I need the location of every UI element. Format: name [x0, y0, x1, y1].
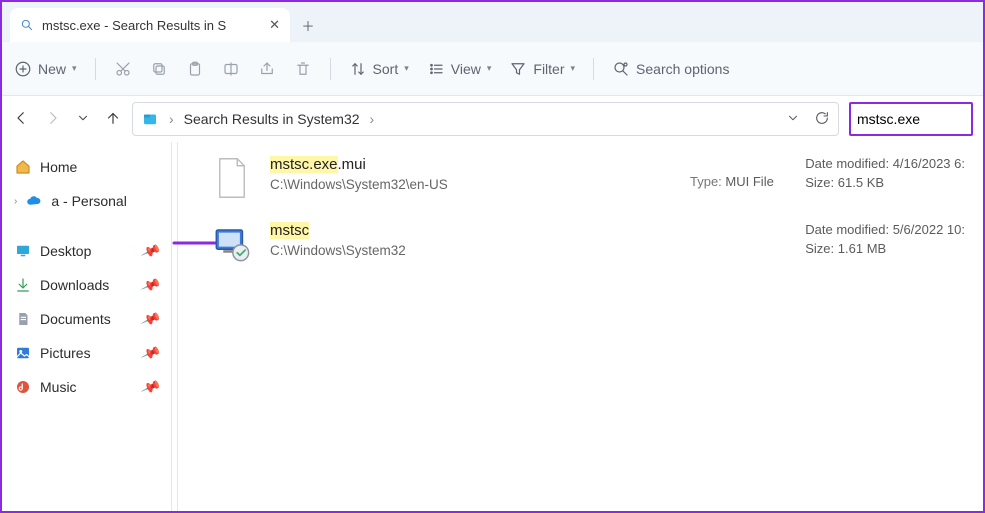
- search-result[interactable]: mstsc C:\Windows\System32 Date modified:…: [210, 222, 975, 266]
- result-meta: Date modified: 4/16/2023 6: Size: 61.5 K…: [805, 156, 965, 190]
- share-button[interactable]: [258, 60, 276, 78]
- new-tab-button[interactable]: ＋: [290, 8, 326, 42]
- toolbar: New ▾ Sort ▾ View ▾ Filter ▾ Search opti…: [2, 42, 983, 96]
- result-type: Type: MUI File: [690, 174, 774, 189]
- nav-row: › Search Results in System32 ›: [2, 96, 983, 142]
- share-icon: [258, 60, 276, 78]
- copy-icon: [150, 60, 168, 78]
- chevron-down-icon: ▾: [487, 63, 492, 74]
- main-area: Home › a - Personal Desktop 📌 Downloads …: [2, 142, 983, 511]
- rename-icon: [222, 60, 240, 78]
- copy-button[interactable]: [150, 60, 168, 78]
- back-button[interactable]: [12, 109, 30, 130]
- chevron-right-icon[interactable]: ›: [169, 111, 174, 127]
- paste-button[interactable]: [186, 60, 204, 78]
- pin-icon[interactable]: 📌: [139, 342, 161, 364]
- pin-icon[interactable]: 📌: [139, 274, 161, 296]
- tab-title: mstsc.exe - Search Results in S: [42, 18, 261, 33]
- chevron-down-icon: ▾: [571, 63, 576, 74]
- chevron-right-icon[interactable]: ›: [14, 196, 17, 207]
- history-chevron-icon[interactable]: [786, 111, 800, 128]
- view-button[interactable]: View ▾: [427, 60, 492, 78]
- folder-icon: [141, 110, 159, 128]
- pin-icon[interactable]: 📌: [139, 240, 161, 262]
- nav-music[interactable]: Music 📌: [8, 372, 165, 402]
- new-icon: [14, 60, 32, 78]
- sort-icon: [349, 60, 367, 78]
- nav-onedrive[interactable]: › a - Personal: [8, 186, 165, 216]
- refresh-button[interactable]: [814, 110, 830, 129]
- file-icon: [210, 156, 254, 200]
- forward-button[interactable]: [44, 109, 62, 130]
- result-path: C:\Windows\System32: [270, 243, 406, 258]
- result-path: C:\Windows\System32\en-US: [270, 177, 448, 192]
- home-icon: [14, 158, 32, 176]
- rename-button[interactable]: [222, 60, 240, 78]
- search-input[interactable]: [849, 102, 973, 136]
- nav-pictures[interactable]: Pictures 📌: [8, 338, 165, 368]
- result-name: mstsc.exe.mui: [270, 156, 448, 173]
- nav-downloads[interactable]: Downloads 📌: [8, 270, 165, 300]
- filter-icon: [509, 60, 527, 78]
- recent-button[interactable]: [76, 111, 90, 128]
- results-pane: mstsc.exe.mui C:\Windows\System32\en-US …: [178, 142, 983, 511]
- search-icon: [20, 18, 34, 32]
- nav-home[interactable]: Home: [8, 152, 165, 182]
- delete-button[interactable]: [294, 60, 312, 78]
- browser-tab[interactable]: mstsc.exe - Search Results in S ✕: [10, 8, 290, 42]
- cut-button[interactable]: [114, 60, 132, 78]
- new-button[interactable]: New ▾: [14, 60, 77, 78]
- pin-icon[interactable]: 📌: [139, 376, 161, 398]
- filter-button[interactable]: Filter ▾: [509, 60, 575, 78]
- address-bar[interactable]: › Search Results in System32 ›: [132, 102, 839, 136]
- search-field[interactable]: [857, 111, 965, 127]
- pictures-icon: [14, 344, 32, 362]
- separator: [593, 58, 594, 80]
- separator: [95, 58, 96, 80]
- nav-documents[interactable]: Documents 📌: [8, 304, 165, 334]
- chevron-right-icon[interactable]: ›: [370, 111, 375, 127]
- tab-bar: mstsc.exe - Search Results in S ✕ ＋: [2, 2, 983, 42]
- music-icon: [14, 378, 32, 396]
- pin-icon[interactable]: 📌: [139, 308, 161, 330]
- separator: [330, 58, 331, 80]
- result-meta: Date modified: 5/6/2022 10: Size: 1.61 M…: [805, 222, 965, 256]
- search-options-icon: [612, 60, 630, 78]
- document-icon: [14, 310, 32, 328]
- navigation-pane: Home › a - Personal Desktop 📌 Downloads …: [2, 142, 172, 511]
- close-icon[interactable]: ✕: [269, 17, 280, 33]
- cloud-icon: [25, 192, 43, 210]
- desktop-icon: [14, 242, 32, 260]
- breadcrumb[interactable]: Search Results in System32: [184, 111, 360, 127]
- trash-icon: [294, 60, 312, 78]
- up-button[interactable]: [104, 109, 122, 130]
- view-icon: [427, 60, 445, 78]
- search-options-button[interactable]: Search options: [612, 60, 729, 78]
- clipboard-icon: [186, 60, 204, 78]
- download-icon: [14, 276, 32, 294]
- result-name: mstsc: [270, 222, 406, 239]
- search-result[interactable]: mstsc.exe.mui C:\Windows\System32\en-US …: [210, 156, 975, 200]
- chevron-down-icon: ▾: [72, 63, 77, 74]
- scissors-icon: [114, 60, 132, 78]
- nav-desktop[interactable]: Desktop 📌: [8, 236, 165, 266]
- sort-button[interactable]: Sort ▾: [349, 60, 409, 78]
- app-icon: [210, 222, 254, 266]
- chevron-down-icon: ▾: [404, 63, 409, 74]
